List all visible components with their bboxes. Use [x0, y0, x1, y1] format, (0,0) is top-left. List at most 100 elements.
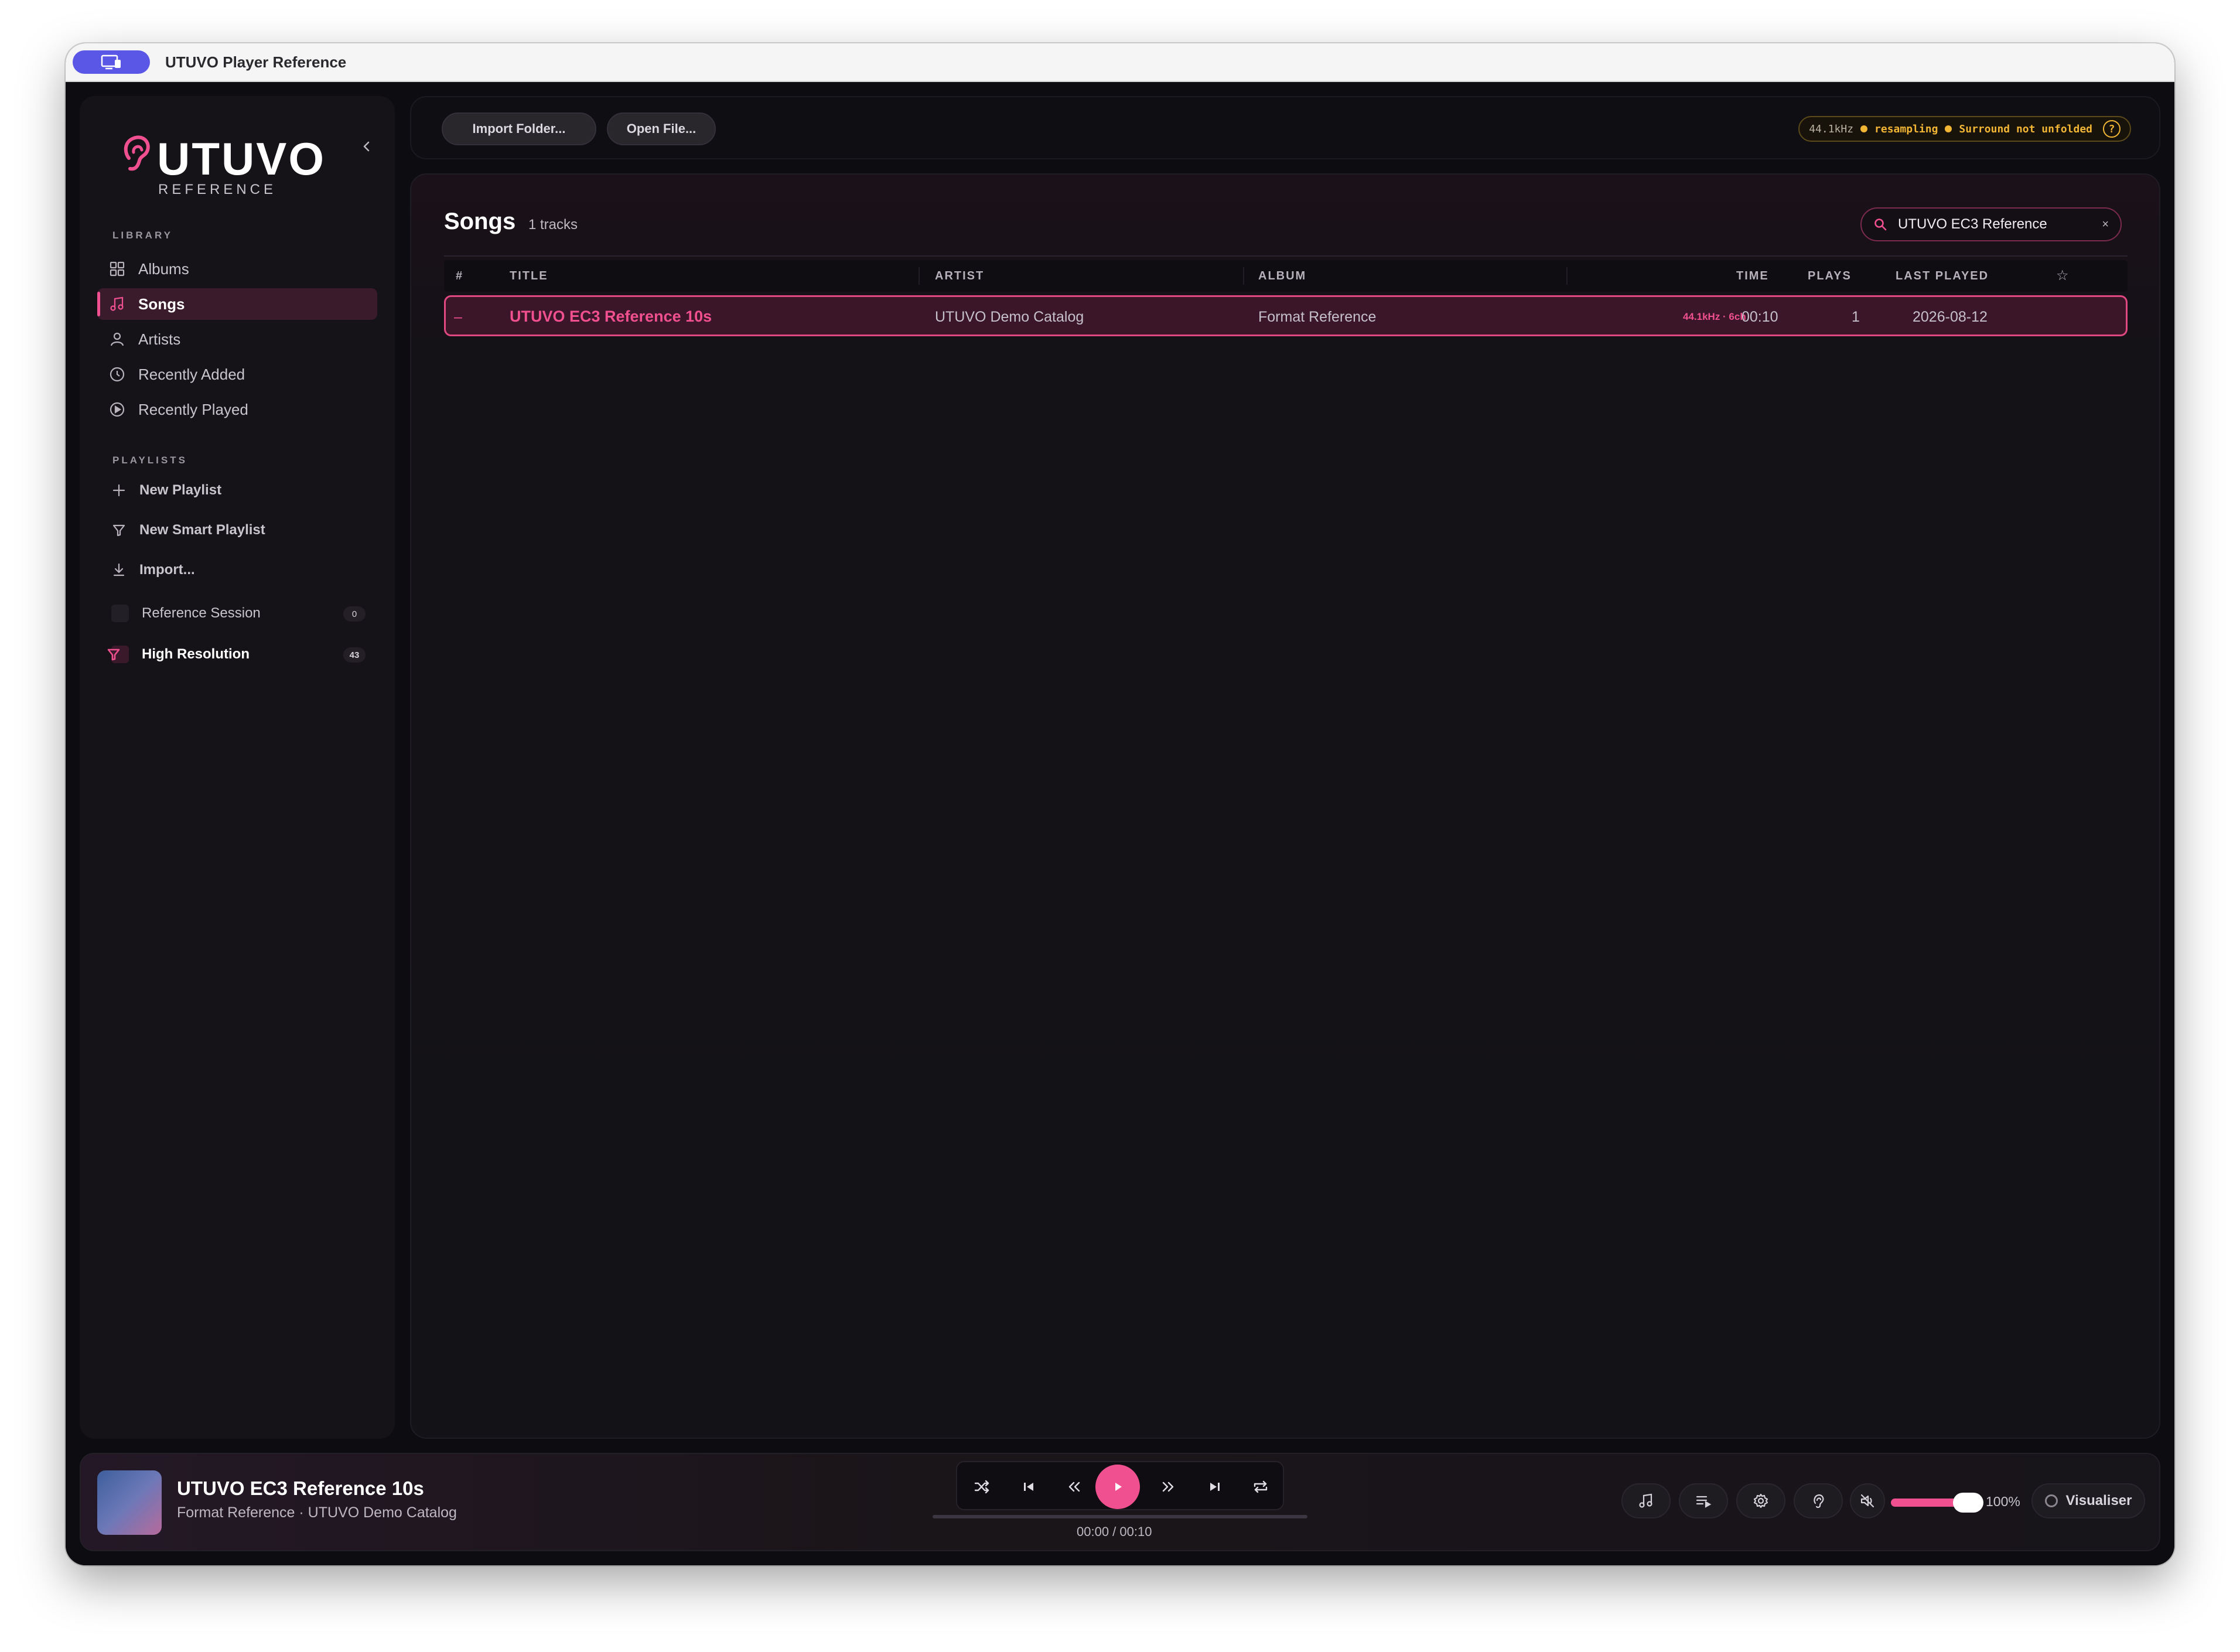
lyrics-button[interactable] [1621, 1483, 1671, 1518]
column-header-artist[interactable]: ARTIST [935, 269, 984, 283]
playlist-swatch [111, 605, 129, 622]
fast-forward-button[interactable] [1156, 1475, 1180, 1499]
surround-text: Surround not unfolded [1959, 122, 2092, 135]
import-label: Import... [139, 562, 195, 578]
sample-rate-text: 44.1kHz [1809, 122, 1854, 135]
app-content: UTUVO REFERENCE LIBRARY Albums Songs Art… [66, 82, 2174, 1565]
fast-forward-icon [1162, 1482, 1174, 1492]
column-separator[interactable] [918, 267, 920, 285]
row-album[interactable]: Format Reference [1258, 309, 1376, 326]
row-last-played: 2026-08-12 [1913, 309, 1988, 325]
collapse-sidebar-button[interactable] [355, 135, 378, 158]
volume-percentage: 100% [1986, 1494, 2020, 1509]
sidebar: UTUVO REFERENCE LIBRARY Albums Songs Art… [80, 96, 395, 1439]
sidebar-item-songs[interactable]: Songs [97, 288, 377, 320]
skip-back-icon [1024, 1483, 1033, 1491]
column-header-title[interactable]: TITLE [510, 269, 548, 283]
open-file-button[interactable]: Open File... [607, 112, 716, 145]
search-input[interactable]: UTUVO EC3 Reference [1898, 216, 2102, 233]
play-button[interactable] [1095, 1465, 1140, 1509]
sidebar-item-artists[interactable]: Artists [97, 323, 377, 355]
table-header: # TITLE ARTIST ALBUM TIME PLAYS LAST PLA… [444, 260, 2128, 292]
help-icon[interactable]: ? [2103, 120, 2121, 138]
progress-bar[interactable] [933, 1515, 1307, 1518]
music-note-icon [110, 296, 124, 311]
search-field[interactable]: UTUVO EC3 Reference × [1860, 207, 2122, 241]
player-bar: UTUVO EC3 Reference 10s Format Reference… [80, 1453, 2160, 1551]
sidebar-item-albums[interactable]: Albums [97, 253, 377, 285]
volume-slider-knob[interactable] [1953, 1493, 1983, 1513]
column-header-number[interactable]: # [456, 269, 463, 283]
window-title: UTUVO Player Reference [165, 53, 347, 71]
playlist-item-reference-session[interactable]: Reference Session 0 [97, 598, 377, 629]
playlist-label: High Resolution [142, 646, 250, 662]
songs-panel: Songs 1 tracks UTUVO EC3 Reference × # T… [410, 173, 2160, 1439]
repeat-button[interactable] [1249, 1475, 1272, 1499]
row-artist[interactable]: UTUVO Demo Catalog [935, 309, 1084, 326]
status-dot [1945, 125, 1952, 132]
column-header-time[interactable]: TIME [1736, 269, 1769, 283]
new-smart-playlist-button[interactable]: New Smart Playlist [97, 514, 377, 546]
playlist-item-high-resolution[interactable]: High Resolution 43 [97, 639, 377, 670]
visualiser-icon [2044, 1494, 2058, 1507]
column-header-last-played[interactable]: LAST PLAYED [1896, 269, 1989, 283]
sidebar-item-recently-added[interactable]: Recently Added [97, 359, 377, 390]
new-playlist-button[interactable]: New Playlist [97, 475, 377, 506]
monitor-icon [101, 54, 121, 70]
gear-icon [1753, 1493, 1768, 1508]
shuffle-icon [974, 1480, 989, 1494]
table-row[interactable]: – UTUVO EC3 Reference 10s UTUVO Demo Cat… [444, 295, 2128, 336]
column-separator[interactable] [1566, 267, 1568, 285]
queue-button[interactable] [1679, 1483, 1728, 1518]
track-count: 1 tracks [528, 217, 578, 233]
visualiser-button[interactable]: Visualiser [2031, 1483, 2145, 1518]
grid-icon [110, 261, 125, 277]
row-number: – [454, 309, 462, 325]
logo-text: UTUVO [157, 133, 326, 185]
rewind-icon [1068, 1482, 1080, 1492]
shuffle-button[interactable] [970, 1475, 993, 1499]
next-track-button[interactable] [1203, 1475, 1227, 1499]
rewind-button[interactable] [1063, 1475, 1086, 1499]
row-title: UTUVO EC3 Reference 10s [510, 308, 712, 325]
row-time: 00:10 [1742, 309, 1778, 325]
playback-time: 00:00 / 00:10 [1077, 1524, 1152, 1539]
search-icon [1874, 219, 1887, 231]
resampling-text: resampling [1874, 122, 1938, 135]
queue-list-icon [1696, 1496, 1712, 1508]
column-header-album[interactable]: ALBUM [1258, 269, 1306, 283]
logo-subtitle: REFERENCE [158, 182, 277, 197]
row-plays: 1 [1852, 309, 1860, 325]
plus-icon [112, 484, 125, 497]
play-icon [1115, 1483, 1122, 1491]
column-header-plays[interactable]: PLAYS [1808, 269, 1852, 283]
page-title: Songs [444, 209, 516, 234]
clear-search-button[interactable]: × [2102, 218, 2109, 231]
ear-icon [1814, 1494, 1824, 1508]
new-smart-playlist-label: New Smart Playlist [139, 522, 265, 538]
audio-output-button[interactable] [1794, 1483, 1843, 1518]
now-playing-subtitle: Format Reference · UTUVO Demo Catalog [177, 1504, 457, 1521]
sidebar-item-label: Recently Played [138, 400, 248, 418]
import-playlist-button[interactable]: Import... [97, 554, 377, 586]
audio-status-pill[interactable]: 44.1kHz resampling Surround not unfolded… [1798, 116, 2131, 142]
skip-forward-icon [1210, 1483, 1220, 1491]
person-icon [110, 332, 124, 346]
album-art[interactable] [97, 1470, 162, 1535]
sidebar-item-label: Songs [138, 295, 185, 313]
sidebar-item-label: Albums [138, 260, 189, 278]
clock-icon [110, 367, 125, 382]
smart-playlist-swatch [107, 646, 129, 663]
settings-button[interactable] [1736, 1483, 1785, 1518]
column-header-favorite[interactable]: ☆ [2056, 267, 2070, 284]
music-note-icon [1639, 1493, 1652, 1508]
previous-track-button[interactable] [1017, 1475, 1040, 1499]
repeat-icon [1254, 1480, 1268, 1493]
column-separator[interactable] [1243, 267, 1244, 285]
app-icon-pill[interactable] [73, 50, 150, 74]
import-folder-button[interactable]: Import Folder... [442, 112, 596, 145]
playlist-label: Reference Session [142, 605, 261, 621]
visualiser-label: Visualiser [2065, 1493, 2132, 1508]
mute-button[interactable] [1850, 1483, 1885, 1518]
sidebar-item-recently-played[interactable]: Recently Played [97, 394, 377, 425]
